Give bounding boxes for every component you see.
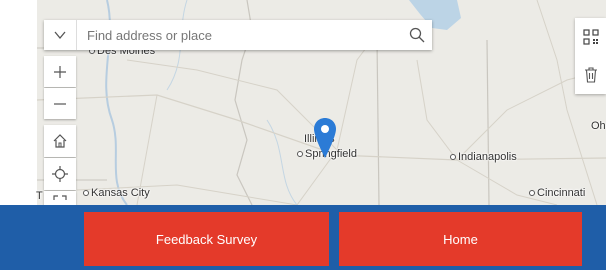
- location-marker[interactable]: [313, 117, 337, 164]
- plus-icon: [54, 65, 66, 78]
- minus-icon: [54, 102, 66, 105]
- zoom-out-button[interactable]: [44, 88, 76, 119]
- map-label-edge: T: [36, 190, 43, 202]
- qr-code-icon: [582, 29, 599, 45]
- chevron-down-icon: [54, 31, 66, 39]
- home-view-button[interactable]: [44, 125, 76, 157]
- qr-code-button[interactable]: [575, 18, 606, 56]
- map-label-oh-partial: Oh: [591, 120, 606, 132]
- map-pin-icon: [314, 118, 336, 158]
- search-bar: [44, 20, 432, 50]
- footer-bar: Feedback Survey Home: [0, 205, 606, 270]
- left-strip: T: [0, 0, 43, 205]
- search-icon: [409, 27, 425, 43]
- search-input[interactable]: [77, 21, 402, 49]
- right-toolbar: [575, 18, 606, 94]
- clear-button[interactable]: [575, 56, 606, 94]
- home-icon: [53, 134, 67, 148]
- search-source-dropdown[interactable]: [44, 20, 77, 50]
- search-button[interactable]: [402, 20, 432, 50]
- zoom-in-button[interactable]: [44, 56, 76, 87]
- fullscreen-button[interactable]: [44, 191, 76, 205]
- map-label-cincinnati: Cincinnati: [529, 187, 585, 199]
- map-label-indianapolis: Indianapolis: [450, 151, 517, 163]
- trash-icon: [584, 67, 597, 83]
- locate-button[interactable]: [44, 158, 76, 190]
- feedback-survey-button[interactable]: Feedback Survey: [84, 212, 329, 266]
- fullscreen-icon: [53, 195, 67, 200]
- map-label-kansas-city: Kansas City: [83, 187, 150, 199]
- locate-icon: [52, 166, 68, 182]
- home-button[interactable]: Home: [339, 212, 582, 266]
